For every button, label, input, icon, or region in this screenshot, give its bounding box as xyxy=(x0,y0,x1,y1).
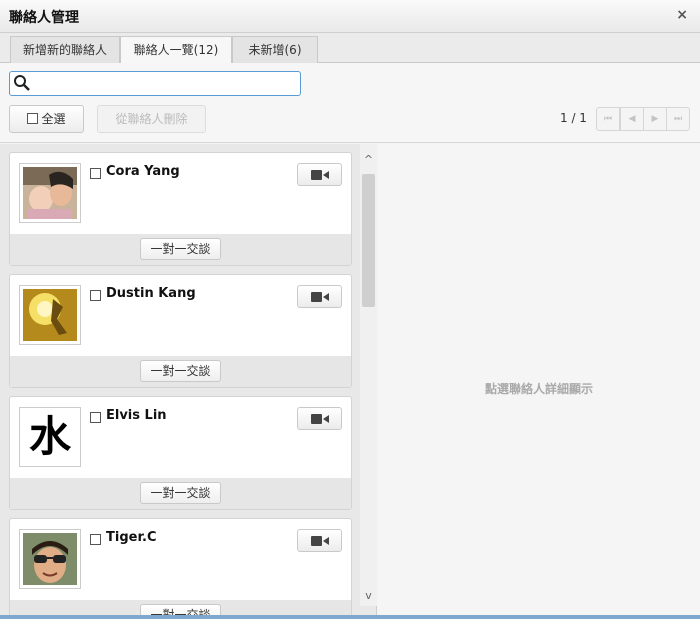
contact-card[interactable]: Tiger.C 一對一交談 xyxy=(9,518,352,619)
select-all-checkbox[interactable] xyxy=(27,113,39,124)
toolbar: 全選 從聯絡人刪除 1 / 1 ⏮ ◀ ▶ ⏭ xyxy=(0,63,700,143)
video-call-button[interactable] xyxy=(297,285,342,308)
scroll-thumb[interactable] xyxy=(362,174,375,307)
title-bar: 聯絡人管理 × xyxy=(0,0,700,33)
video-camera-icon xyxy=(311,170,329,180)
avatar xyxy=(19,285,81,345)
contact-name: Cora Yang xyxy=(106,164,180,179)
card-footer: 一對一交談 xyxy=(10,478,351,509)
card-footer: 一對一交談 xyxy=(10,234,351,265)
contact-card[interactable]: Dustin Kang 一對一交談 xyxy=(9,274,352,388)
window-title: 聯絡人管理 xyxy=(9,10,79,26)
prev-page-icon[interactable]: ◀ xyxy=(620,107,644,131)
contact-detail-pane: 點選聯絡人詳細顯示 xyxy=(378,144,700,619)
contact-checkbox[interactable] xyxy=(90,412,101,423)
avatar: 水 xyxy=(19,407,81,467)
select-all-button[interactable]: 全選 xyxy=(9,105,84,133)
one-on-one-chat-button[interactable]: 一對一交談 xyxy=(140,238,221,260)
search-icon xyxy=(14,75,30,91)
tab-contact-list[interactable]: 聯絡人一覽(12) xyxy=(120,36,232,64)
avatar xyxy=(19,529,81,589)
one-on-one-chat-button[interactable]: 一對一交談 xyxy=(140,360,221,382)
next-page-icon[interactable]: ▶ xyxy=(643,107,667,131)
scroll-down-icon[interactable]: v xyxy=(360,588,377,604)
contact-card[interactable]: Cora Yang 一對一交談 xyxy=(9,152,352,266)
tab-not-added[interactable]: 未新增(6) xyxy=(232,36,318,64)
video-call-button[interactable] xyxy=(297,529,342,552)
contact-checkbox[interactable] xyxy=(90,168,101,179)
video-call-button[interactable] xyxy=(297,163,342,186)
one-on-one-chat-button[interactable]: 一對一交談 xyxy=(140,482,221,504)
tab-bar: 新增新的聯絡人 聯絡人一覽(12) 未新增(6) xyxy=(0,33,700,64)
scroll-up-icon[interactable]: ^ xyxy=(360,152,377,168)
page-indicator: 1 / 1 xyxy=(560,111,587,125)
avatar-character: 水 xyxy=(28,412,71,461)
contact-card[interactable]: 水 Elvis Lin 一對一交談 xyxy=(9,396,352,510)
contact-checkbox[interactable] xyxy=(90,290,101,301)
tab-add-contact[interactable]: 新增新的聯絡人 xyxy=(10,36,120,64)
avatar-photo xyxy=(23,167,77,219)
avatar-photo xyxy=(23,533,77,585)
search-input[interactable] xyxy=(30,74,295,93)
contact-checkbox[interactable] xyxy=(90,534,101,545)
last-page-icon[interactable]: ⏭ xyxy=(666,107,690,131)
avatar xyxy=(19,163,81,223)
detail-hint: 點選聯絡人詳細顯示 xyxy=(484,382,593,396)
delete-contact-button[interactable]: 從聯絡人刪除 xyxy=(97,105,206,133)
video-camera-icon xyxy=(311,414,329,424)
contact-name: Dustin Kang xyxy=(106,286,196,301)
video-camera-icon xyxy=(311,292,329,302)
contact-name: Elvis Lin xyxy=(106,408,167,423)
video-camera-icon xyxy=(311,536,329,546)
bottom-edge xyxy=(0,615,700,619)
avatar-character-box: 水 xyxy=(23,411,77,463)
contact-list: Cora Yang 一對一交談 Dustin Kang 一對一交談 水 Elvi… xyxy=(0,144,377,619)
avatar-photo xyxy=(23,289,77,341)
first-page-icon[interactable]: ⏮ xyxy=(596,107,620,131)
close-icon[interactable]: × xyxy=(676,7,688,23)
search-box[interactable] xyxy=(9,71,301,96)
video-call-button[interactable] xyxy=(297,407,342,430)
list-scrollbar[interactable]: ^ v xyxy=(360,144,377,606)
contact-name: Tiger.C xyxy=(106,530,157,545)
select-all-label: 全選 xyxy=(41,112,66,126)
card-footer: 一對一交談 xyxy=(10,356,351,387)
